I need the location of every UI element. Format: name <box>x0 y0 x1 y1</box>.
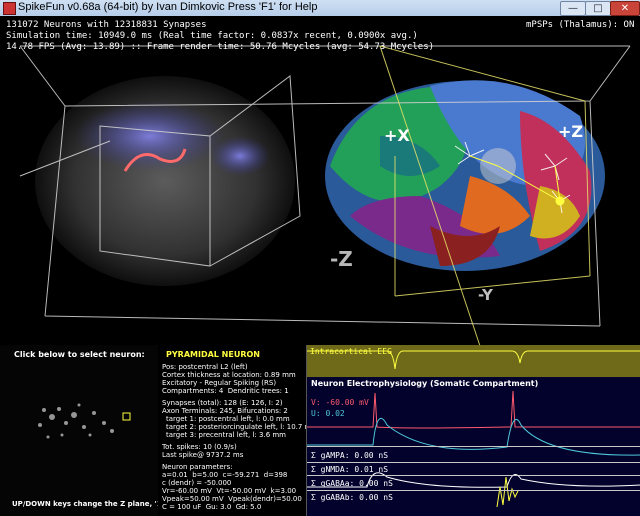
hud-fps: 14.78 FPS (Avg: 13.89) :: Frame render t… <box>6 42 435 52</box>
compartments: Compartments: 4 Dendritic trees: 1 <box>162 387 289 395</box>
axon-target-1: target 1: postcentral left, l: 0.0 mm <box>166 415 290 423</box>
recovery-label: U: 0.02 <box>311 409 345 418</box>
close-button[interactable]: ✕ <box>610 1 640 16</box>
minimize-button[interactable]: — <box>560 1 586 16</box>
neuron-selector-panel: Click below to select neuron: UP/DOWN ke… <box>0 345 317 516</box>
selected-neuron-marker <box>122 412 131 421</box>
neuron-info-panel: PYRAMIDAL NEURON Pos: postcentral L2 (le… <box>158 345 318 516</box>
eeg-strip: Intracortical EEG <box>307 345 640 377</box>
app-icon <box>3 2 16 15</box>
conductance-burst <box>496 476 519 508</box>
param-line-1: a=0.01 b=5.00 c=-59.271 d=398 <box>162 471 288 479</box>
selector-header: Click below to select neuron: <box>14 350 145 359</box>
title-bar: SpikeFun v0.68a (64-bit) by Ivan Dimkovi… <box>0 0 640 17</box>
ggabab-label: Σ gGABAb: 0.00 nS <box>311 493 393 502</box>
window-title: SpikeFun v0.68a (64-bit) by Ivan Dimkovi… <box>18 1 318 13</box>
neuron-type-title: PYRAMIDAL NEURON <box>166 350 260 359</box>
param-line-5: C = 100 uF Gu: 3.0 Gd: 5.0 <box>162 503 262 511</box>
divider-line <box>307 462 640 463</box>
cortex-thickness: Cortex thickness at location: 0.89 mm <box>162 371 296 379</box>
param-line-4: Vpeak=50.00 mV Vpeak(dendr)=50.00 <box>162 495 302 503</box>
neuron-position: Pos: postcentral L2 (left) <box>162 363 248 371</box>
params-title: Neuron parameters: <box>162 463 233 471</box>
divider-line <box>307 475 640 476</box>
last-spike: Last spike@ 9737.2 ms <box>162 451 244 459</box>
eeg-trace <box>307 350 640 370</box>
total-spikes: Tot. spikes: 10 (0.9/s) <box>162 443 237 451</box>
ggabaa-label: Σ gGABAa: 0.00 nS <box>311 479 393 488</box>
maximize-button[interactable]: □ <box>585 1 611 16</box>
axon-terminals: Axon Terminals: 245, Bifurcations: 2 <box>162 407 288 415</box>
axis-label-plus-z: +Z <box>558 122 584 141</box>
synapse-count: Synapses (total): 128 (E: 126, I: 2) <box>162 399 283 407</box>
divider-line <box>307 490 640 491</box>
voltage-trace <box>307 390 640 429</box>
hud-mpsp-status: mPSPs (Thalamus): ON <box>526 20 635 30</box>
neuron-class: Excitatory - Regular Spiking (RS) <box>162 379 277 387</box>
electrophysiology-panel: Intracortical EEG Neuron Electrophysiolo… <box>306 345 640 516</box>
neuron-selection-map[interactable] <box>4 365 154 485</box>
recovery-trace <box>307 417 640 456</box>
gnmda-label: Σ gNMDA: 0.01 nS <box>311 465 389 474</box>
axon-target-3: target 3: precentral left, l: 3.6 mm <box>166 431 287 439</box>
param-line-2: c (dendr) = -50.000 <box>162 479 232 487</box>
brain-3d-viewport[interactable]: 131072 Neurons with 12318831 Synapses Si… <box>0 16 640 345</box>
hud-neuron-count: 131072 Neurons with 12318831 Synapses <box>6 20 207 30</box>
voltage-label: V: -60.00 mV <box>311 398 369 407</box>
axis-label-plus-x: +X <box>384 126 410 145</box>
param-line-3: Vr=-60.00 mV Vt=-50.00 mV k=3.00 <box>162 487 297 495</box>
hud-simulation-time: Simulation time: 10949.0 ms (Real time f… <box>6 31 418 41</box>
divider-line <box>307 446 640 447</box>
axis-label-minus-y: -Y <box>478 286 493 304</box>
brain-render <box>19 45 631 345</box>
gampa-label: Σ gAMPA: 0.00 nS <box>311 451 389 460</box>
axon-target-2: target 2: posteriorcingulate left, l: 10… <box>166 423 319 431</box>
axis-label-minus-z: -Z <box>330 247 353 271</box>
